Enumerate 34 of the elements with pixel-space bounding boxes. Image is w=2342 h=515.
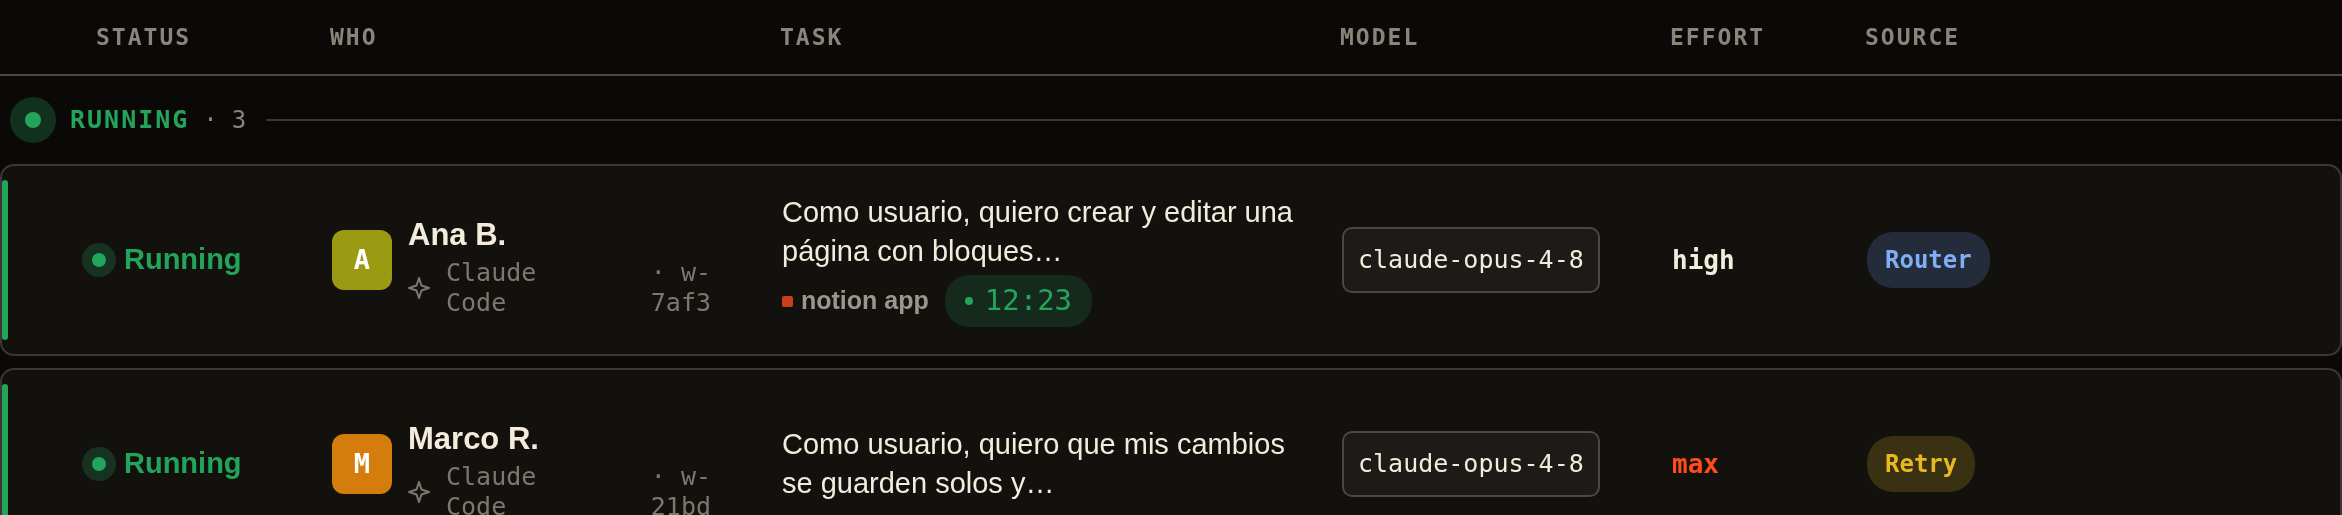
status-dot-icon [82, 243, 116, 277]
model-tag: claude-opus-4-8 [1342, 227, 1600, 293]
sparkle-icon [408, 481, 430, 504]
status-label: Running [124, 242, 242, 278]
avatar: M [332, 433, 392, 494]
status-dot-icon [82, 447, 116, 481]
session-id: · w-7af3 [649, 258, 711, 319]
source-tag: Retry [1867, 436, 1976, 492]
task-title: Como usuario, quiero que mis cambios se guarden solos y… [782, 426, 1286, 501]
model-header: MODEL [1340, 23, 1420, 50]
status-header: STATUS [96, 23, 192, 50]
effort-level: high [1672, 244, 1735, 275]
who-header: WHO [330, 23, 378, 50]
sparkle-icon [408, 277, 430, 300]
effort-header: EFFORT [1670, 23, 1766, 50]
user-name: Ana B. [408, 215, 508, 254]
user-name: Marco R. [408, 419, 540, 458]
source-tag: Router [1867, 232, 1990, 288]
status-dot-icon [10, 97, 56, 143]
status-label: Running [124, 446, 242, 482]
agent-name: Claude Code [446, 258, 538, 319]
project-name: notion app [801, 285, 929, 317]
task-title: Como usuario, quiero crear y editar una página con bloques… [782, 195, 1294, 270]
model-tag: claude-opus-4-8 [1342, 431, 1600, 497]
task-header: TASK [780, 23, 844, 50]
agent-name: Claude Code [446, 462, 538, 515]
effort-level: max [1672, 448, 1719, 479]
elapsed-timer: 12:23 [944, 275, 1093, 327]
separator: · [203, 105, 218, 136]
session-id: · w-21bd [649, 462, 711, 515]
avatar: A [332, 229, 392, 290]
source-header: SOURCE [1865, 23, 1961, 50]
group-title: RUNNING [70, 104, 190, 137]
group-count: 3 [231, 105, 247, 136]
